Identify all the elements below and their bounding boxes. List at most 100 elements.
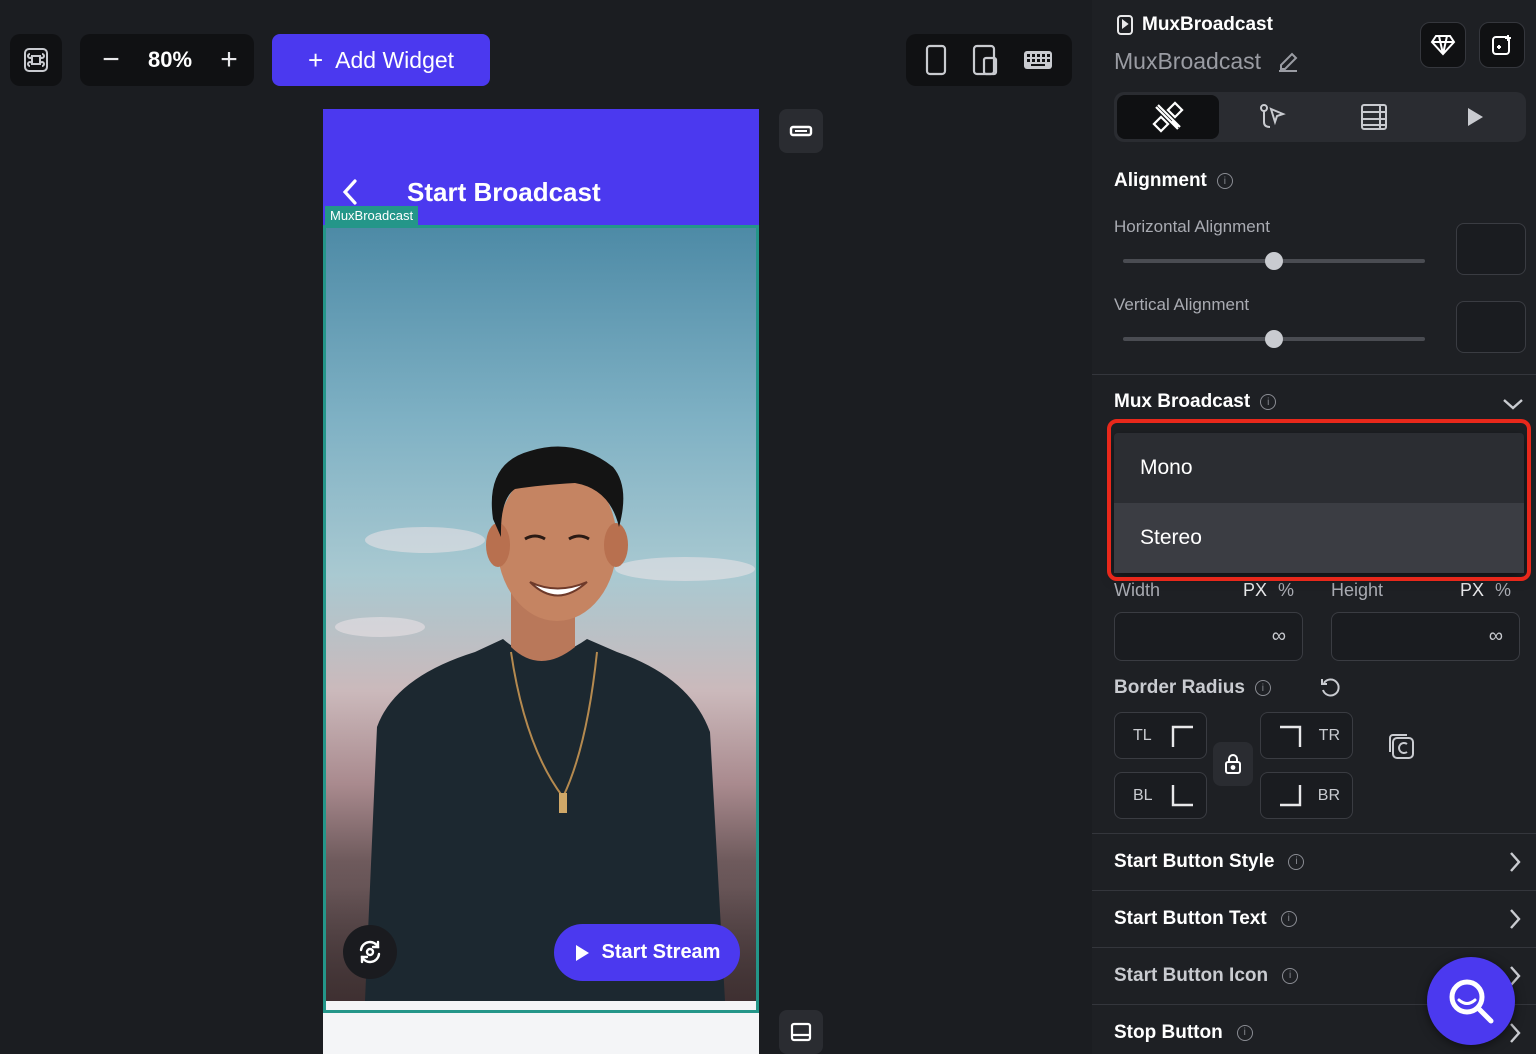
widget-name-row: MuxBroadcast — [1114, 48, 1299, 75]
appbar-icon — [789, 125, 813, 137]
start-stream-button[interactable]: Start Stream — [554, 924, 740, 981]
dropdown-option-mono[interactable]: Mono — [1114, 433, 1524, 503]
vertical-alignment-slider[interactable] — [1123, 330, 1425, 348]
command-palette-button[interactable] — [10, 34, 62, 86]
corner-br-label: BR — [1317, 786, 1340, 804]
widget-type-title: MuxBroadcast — [1142, 14, 1273, 35]
command-icon — [24, 48, 48, 72]
tab-preview[interactable] — [1425, 92, 1527, 142]
chevron-right-icon — [1510, 1022, 1521, 1043]
tab-backend-query[interactable] — [1323, 92, 1425, 142]
horizontal-alignment-label: Horizontal Alignment — [1114, 217, 1270, 236]
flip-camera-button[interactable] — [343, 925, 397, 979]
add-screen-icon — [1492, 35, 1511, 55]
border-radius-title-text: Border Radius — [1114, 677, 1245, 698]
person-photo — [365, 446, 725, 1001]
selected-widget-label: MuxBroadcast — [325, 206, 419, 225]
edit-pencil-icon[interactable] — [1277, 51, 1299, 73]
add-widget-button[interactable]: + Add Widget — [272, 34, 490, 86]
corner-tl-icon — [1171, 725, 1193, 747]
dropdown-option-stereo[interactable]: Stereo — [1114, 503, 1524, 573]
play-icon — [575, 944, 589, 961]
row-label: Start Button Icon — [1114, 964, 1269, 986]
copy-icon[interactable] — [1387, 732, 1417, 762]
corner-bl-icon — [1171, 784, 1193, 806]
diamond-icon — [1430, 35, 1456, 56]
width-input[interactable]: ∞ — [1114, 612, 1303, 661]
search-icon — [1449, 979, 1494, 1024]
widget-name: MuxBroadcast — [1114, 48, 1262, 74]
width-value: ∞ — [1271, 625, 1286, 647]
slider-handle[interactable] — [1265, 252, 1283, 270]
vertical-alignment-label: Vertical Alignment — [1114, 295, 1250, 314]
bottom-bar-toggle-button[interactable] — [779, 1010, 823, 1054]
corner-tr-label: TR — [1318, 726, 1340, 744]
lock-corners-button[interactable] — [1213, 742, 1253, 786]
mux-broadcast-section-title[interactable]: Mux Broadcast i — [1114, 391, 1277, 413]
camera-flip-icon — [359, 940, 381, 964]
width-unit-percent[interactable]: % — [1278, 580, 1294, 601]
width-label: Width — [1114, 580, 1161, 600]
plus-icon: + — [307, 45, 324, 75]
corner-tr-icon — [1280, 725, 1302, 747]
info-icon: i — [1282, 967, 1299, 984]
audio-channel-dropdown: Mono Stereo — [1114, 433, 1524, 573]
corner-tr-input[interactable]: TR — [1260, 712, 1353, 759]
start-button-style-row[interactable]: Start Button Style i — [1092, 833, 1536, 889]
appbar-toggle-button[interactable] — [779, 109, 823, 153]
zoom-in-button[interactable]: + — [216, 45, 242, 75]
height-label: Height — [1331, 580, 1384, 600]
reset-icon[interactable] — [1319, 677, 1341, 699]
mux-broadcast-widget[interactable] — [325, 227, 757, 1001]
corner-tl-label: TL — [1133, 726, 1152, 744]
corner-tl-input[interactable]: TL — [1114, 712, 1207, 759]
lock-icon — [1225, 754, 1241, 774]
slider-handle[interactable] — [1265, 330, 1283, 348]
mux-broadcast-title-text: Mux Broadcast — [1114, 391, 1251, 412]
corner-bl-label: BL — [1133, 786, 1153, 804]
add-component-button[interactable] — [1479, 22, 1525, 68]
zoom-out-button[interactable]: − — [98, 45, 124, 75]
zoom-control: − 80% + — [80, 34, 254, 86]
panel-header: MuxBroadcast — [1116, 14, 1273, 36]
info-icon: i — [1280, 910, 1297, 927]
device-preview-group — [906, 34, 1072, 86]
search-fab-button[interactable] — [1427, 957, 1515, 1045]
design-tools-icon — [1152, 101, 1184, 133]
row-label: Start Button Style — [1114, 850, 1275, 872]
corner-bl-input[interactable]: BL — [1114, 772, 1207, 819]
border-radius-section-title: Border Radius i — [1114, 677, 1271, 699]
info-icon: i — [1260, 394, 1277, 410]
panel-tabs — [1114, 92, 1526, 142]
width-unit-px[interactable]: PX — [1243, 580, 1267, 601]
horizontal-alignment-value[interactable] — [1456, 223, 1526, 275]
tab-actions[interactable] — [1222, 92, 1324, 142]
widget-phone-icon — [1117, 15, 1133, 35]
zoom-level: 80% — [147, 47, 193, 72]
keyboard-icon[interactable] — [1023, 49, 1053, 71]
height-input[interactable]: ∞ — [1331, 612, 1520, 661]
bottom-bar-icon — [790, 1022, 812, 1042]
phone-icon[interactable] — [925, 44, 947, 76]
chevron-down-icon[interactable] — [1502, 396, 1524, 412]
chevron-right-icon — [1510, 851, 1521, 872]
back-arrow-icon[interactable] — [339, 177, 361, 207]
horizontal-alignment-slider[interactable] — [1123, 252, 1425, 270]
alignment-section-title: Alignment i — [1114, 170, 1233, 192]
height-unit-percent[interactable]: % — [1495, 580, 1511, 601]
corner-br-input[interactable]: BR — [1260, 772, 1353, 819]
premium-button[interactable] — [1420, 22, 1466, 68]
height-value: ∞ — [1488, 625, 1503, 647]
info-icon: i — [1236, 1024, 1253, 1041]
tablet-icon[interactable] — [972, 44, 998, 76]
actions-icon — [1260, 104, 1287, 128]
info-icon: i — [1288, 853, 1305, 870]
start-button-text-row[interactable]: Start Button Text i — [1092, 890, 1536, 946]
add-widget-label: Add Widget — [335, 46, 455, 73]
corner-br-icon — [1280, 784, 1302, 806]
vertical-alignment-value[interactable] — [1456, 301, 1526, 353]
info-icon: i — [1254, 680, 1271, 696]
height-unit-px[interactable]: PX — [1460, 580, 1484, 601]
row-label: Stop Button — [1114, 1021, 1223, 1043]
tab-properties[interactable] — [1117, 95, 1219, 139]
